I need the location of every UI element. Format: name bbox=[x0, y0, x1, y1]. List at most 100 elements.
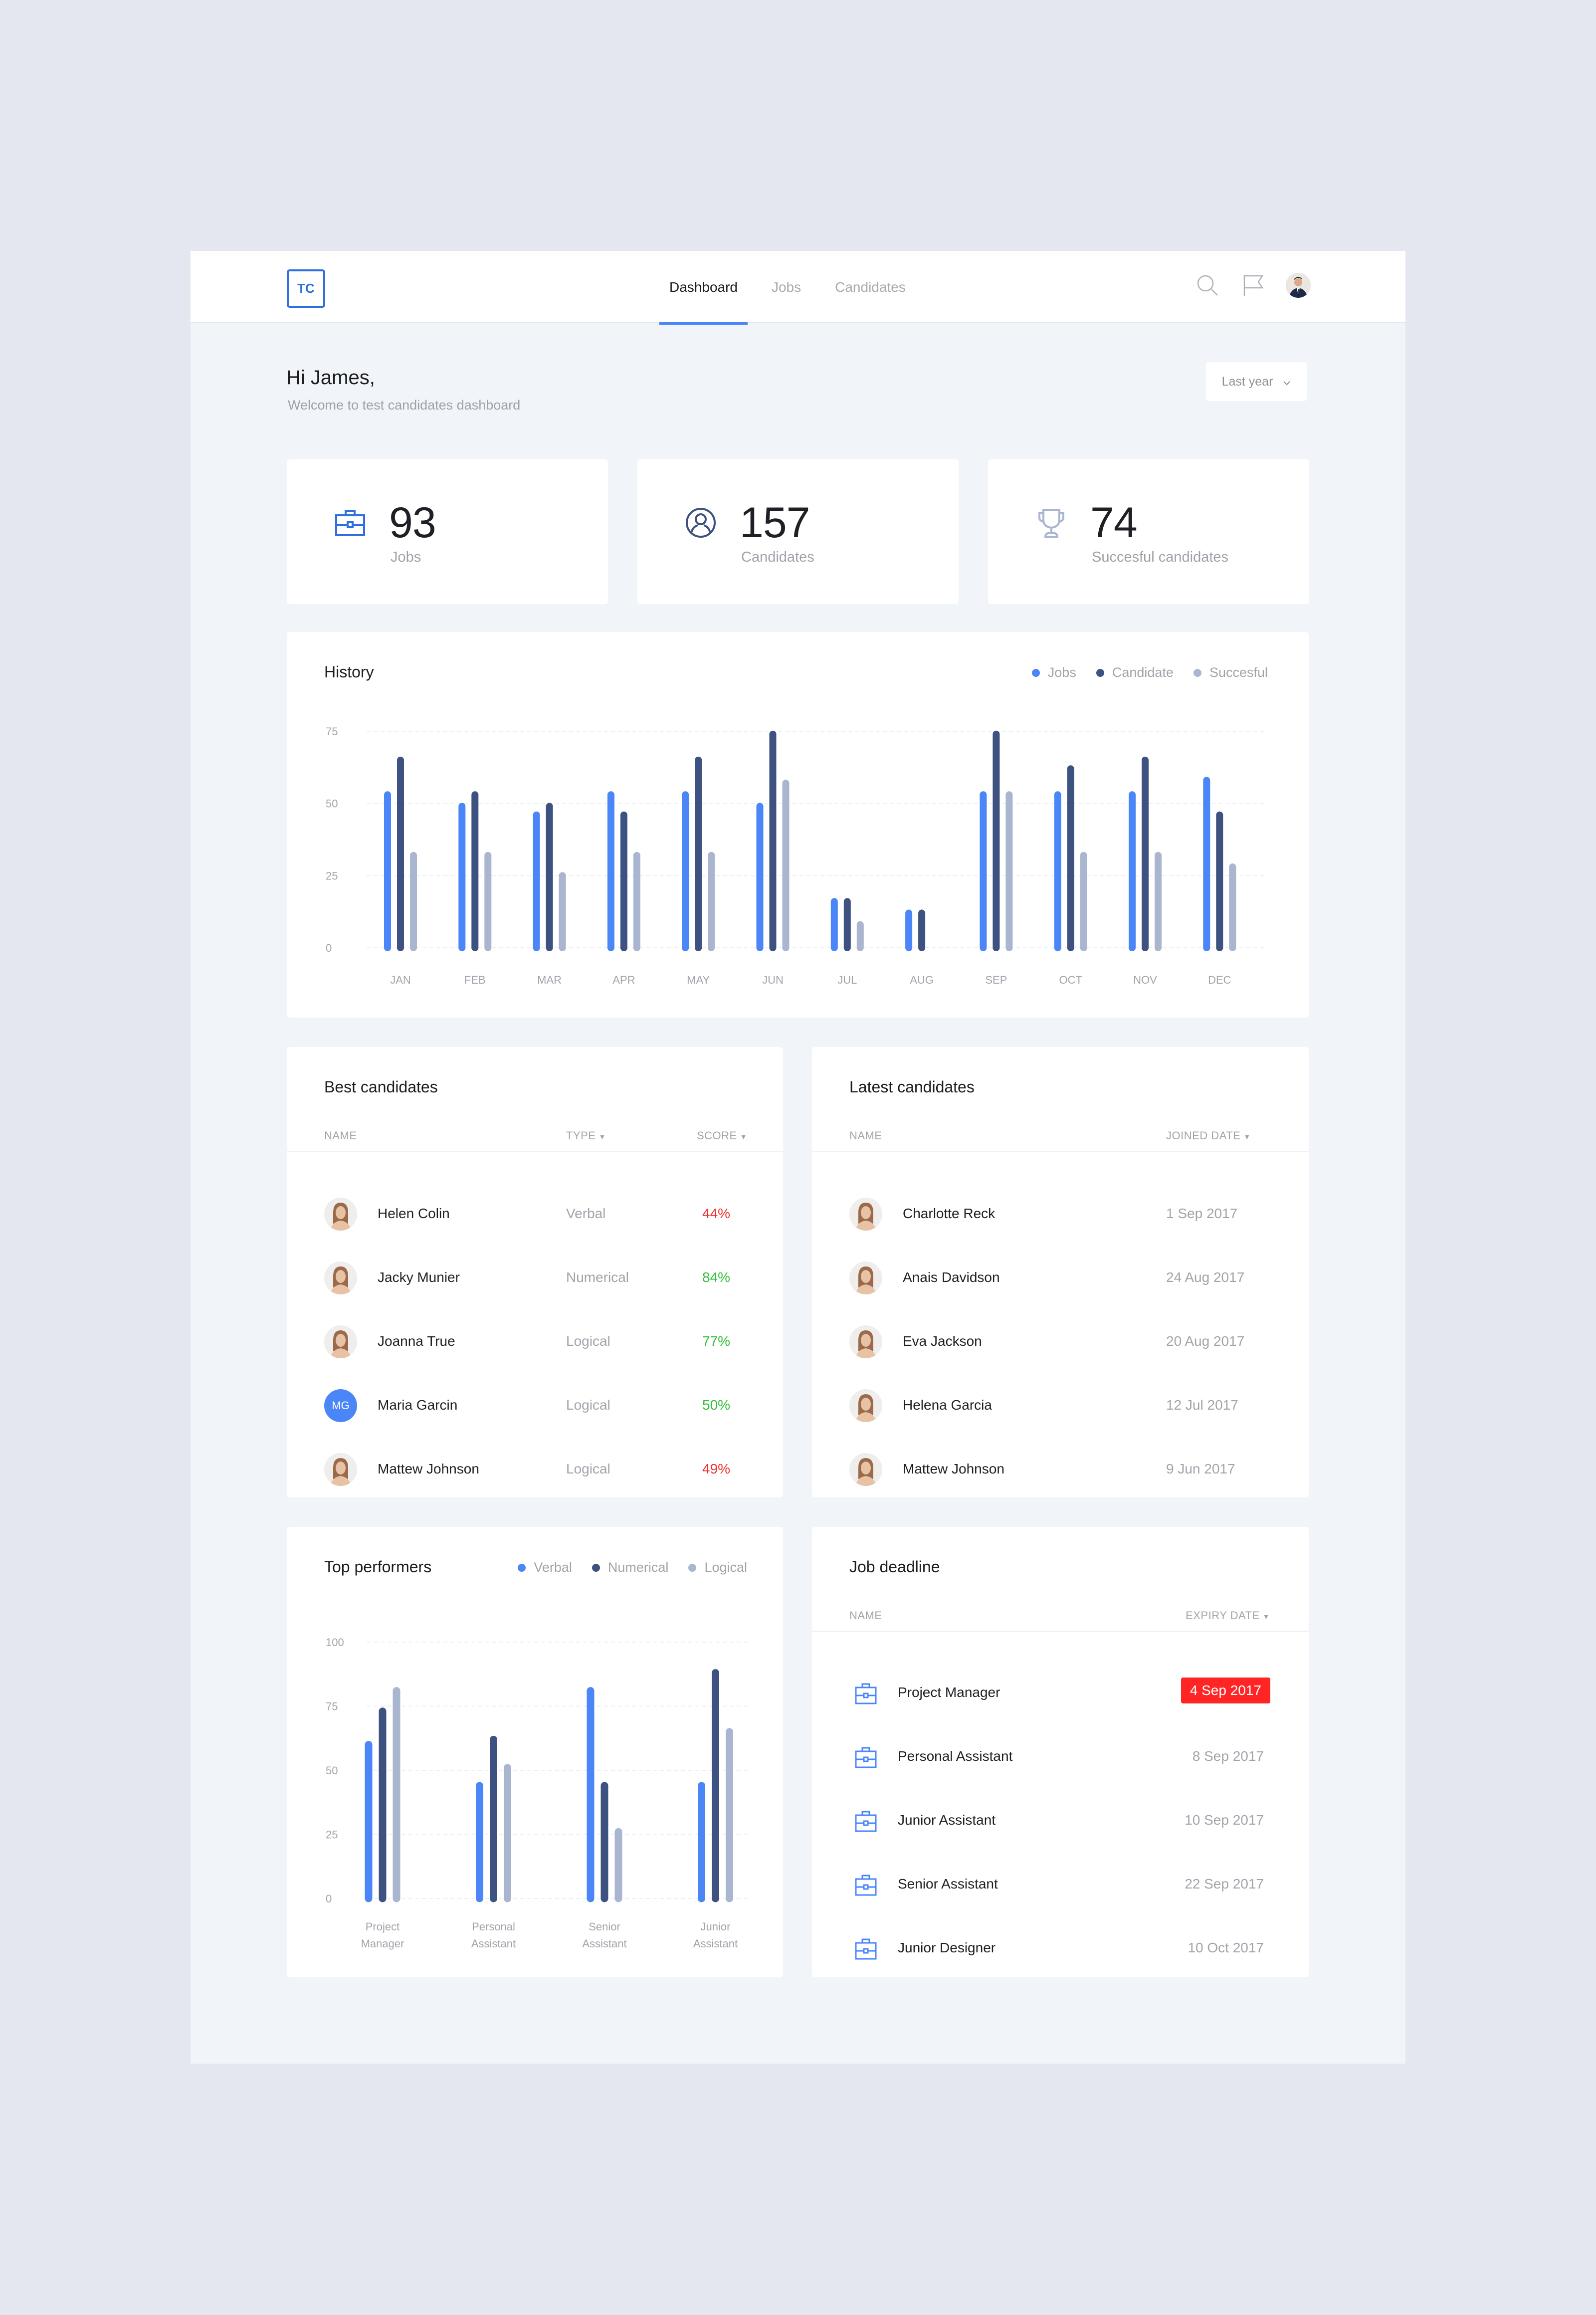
joined-date: 1 Sep 2017 bbox=[1166, 1206, 1238, 1221]
candidate-score: 77% bbox=[702, 1333, 731, 1349]
flag-icon[interactable] bbox=[1240, 272, 1267, 299]
stat-label: Candidates bbox=[741, 549, 814, 565]
tab-candidates[interactable]: Candidates bbox=[825, 251, 916, 323]
candidate-name: Anais Davidson bbox=[903, 1269, 1000, 1285]
candidate-type: Logical bbox=[566, 1397, 610, 1413]
table-row[interactable]: Project Manager 4 Sep 2017 bbox=[812, 1662, 1309, 1725]
briefcase-icon bbox=[334, 507, 366, 539]
joined-date: 12 Jul 2017 bbox=[1166, 1397, 1238, 1413]
table-row[interactable]: Jacky Munier Numerical 84% bbox=[287, 1246, 783, 1309]
table-row[interactable]: Junior Designer 10 Oct 2017 bbox=[812, 1917, 1309, 1981]
table-row[interactable]: Senior Assistant 22 Sep 2017 bbox=[812, 1853, 1309, 1917]
user-avatar[interactable] bbox=[1286, 273, 1311, 298]
x-tick-label: NOV bbox=[1133, 974, 1157, 986]
chevron-down-icon bbox=[1283, 375, 1291, 389]
job-deadline-title: Job deadline bbox=[849, 1558, 940, 1576]
job-name: Project Manager bbox=[898, 1684, 1000, 1700]
column-header-expiry-date[interactable]: EXPIRY DATE ▼ bbox=[1186, 1609, 1270, 1622]
expiry-date: 10 Sep 2017 bbox=[1185, 1812, 1264, 1828]
y-tick-label: 75 bbox=[326, 725, 338, 738]
x-tick-label: DEC bbox=[1208, 974, 1231, 986]
x-tick-label: Senior bbox=[589, 1920, 620, 1933]
stat-value: 74 bbox=[1090, 499, 1138, 547]
table-row[interactable]: Anais Davidson 24 Aug 2017 bbox=[812, 1246, 1309, 1309]
table-row[interactable]: Mattew Johnson 9 Jun 2017 bbox=[812, 1437, 1309, 1501]
stat-value: 93 bbox=[389, 499, 436, 547]
x-tick-label: JAN bbox=[390, 974, 411, 986]
table-row[interactable]: Personal Assistant 8 Sep 2017 bbox=[812, 1725, 1309, 1789]
y-tick-label: 50 bbox=[326, 1764, 338, 1777]
greeting-title: Hi James, bbox=[286, 367, 375, 389]
latest-candidates-card: Latest candidates NAME JOINED DATE ▼ Char… bbox=[812, 1047, 1309, 1497]
job-name: Personal Assistant bbox=[898, 1748, 1013, 1764]
y-tick-label: 100 bbox=[326, 1636, 344, 1649]
table-row[interactable]: Eva Jackson 20 Aug 2017 bbox=[812, 1309, 1309, 1373]
x-tick-label: OCT bbox=[1059, 974, 1082, 986]
candidate-type: Logical bbox=[566, 1333, 610, 1349]
stat-card-successful: 74 Succesful candidates bbox=[988, 459, 1309, 604]
joined-date: 9 Jun 2017 bbox=[1166, 1461, 1235, 1476]
expiry-date: 10 Oct 2017 bbox=[1188, 1940, 1264, 1955]
sort-caret-icon: ▼ bbox=[1243, 1133, 1251, 1141]
column-header-type[interactable]: TYPE ▼ bbox=[566, 1129, 606, 1142]
candidate-name: Joanna True bbox=[378, 1333, 455, 1349]
column-header-joined-date[interactable]: JOINED DATE ▼ bbox=[1166, 1129, 1251, 1142]
divider bbox=[287, 1151, 783, 1152]
period-select[interactable]: Last year bbox=[1206, 362, 1307, 401]
stat-label: Succesful candidates bbox=[1092, 549, 1229, 565]
tab-jobs[interactable]: Jobs bbox=[762, 251, 811, 323]
y-tick-label: 75 bbox=[326, 1700, 338, 1713]
app-frame: TC Dashboard Jobs Candidates Hi James, W… bbox=[191, 251, 1405, 2064]
x-tick-label: Assistant bbox=[471, 1937, 516, 1950]
column-header-score[interactable]: SCORE ▼ bbox=[697, 1129, 747, 1142]
search-icon[interactable] bbox=[1194, 272, 1221, 299]
table-row[interactable]: Mattew Johnson Logical 49% bbox=[287, 1437, 783, 1501]
candidate-type: Verbal bbox=[566, 1206, 606, 1221]
sort-caret-icon: ▼ bbox=[740, 1133, 748, 1141]
column-header-name[interactable]: NAME bbox=[324, 1129, 357, 1142]
avatar bbox=[324, 1453, 357, 1486]
column-header-label: TYPE bbox=[566, 1129, 596, 1142]
tab-dashboard[interactable]: Dashboard bbox=[659, 251, 748, 325]
candidate-score: 49% bbox=[702, 1461, 731, 1476]
table-row[interactable]: Helen Colin Verbal 44% bbox=[287, 1182, 783, 1246]
avatar bbox=[849, 1262, 882, 1294]
y-tick-label: 50 bbox=[326, 798, 338, 810]
candidate-name: Eva Jackson bbox=[903, 1333, 982, 1349]
top-performers-card: Top performers Verbal Numerical Logical … bbox=[287, 1527, 783, 1977]
expiry-date-badge: 4 Sep 2017 bbox=[1181, 1678, 1270, 1703]
candidate-score: 44% bbox=[702, 1206, 731, 1221]
period-select-value: Last year bbox=[1221, 374, 1273, 389]
job-name: Junior Designer bbox=[898, 1940, 996, 1955]
x-tick-label: MAY bbox=[687, 974, 710, 986]
column-header-label: SCORE bbox=[697, 1129, 737, 1142]
column-header-label: EXPIRY DATE bbox=[1186, 1609, 1260, 1622]
job-deadline-card: Job deadline NAME EXPIRY DATE ▼ Project M… bbox=[812, 1527, 1309, 1977]
candidate-type: Logical bbox=[566, 1461, 610, 1476]
stat-card-candidates: 157 Candidates bbox=[637, 459, 959, 604]
greeting-subtitle: Welcome to test candidates dashboard bbox=[288, 398, 521, 413]
main-nav: Dashboard Jobs Candidates bbox=[659, 251, 930, 325]
table-row[interactable]: Charlotte Reck 1 Sep 2017 bbox=[812, 1182, 1309, 1246]
best-candidates-title: Best candidates bbox=[324, 1078, 438, 1096]
table-row[interactable]: Joanna True Logical 77% bbox=[287, 1309, 783, 1373]
table-row[interactable]: MG Maria Garcin Logical 50% bbox=[287, 1373, 783, 1437]
x-tick-label: Personal bbox=[472, 1920, 515, 1933]
candidate-score: 84% bbox=[702, 1269, 731, 1285]
table-row[interactable]: Helena Garcia 12 Jul 2017 bbox=[812, 1373, 1309, 1437]
logo[interactable]: TC bbox=[287, 269, 325, 308]
column-header-name[interactable]: NAME bbox=[849, 1129, 882, 1142]
expiry-date: 8 Sep 2017 bbox=[1192, 1748, 1264, 1764]
x-tick-label: AUG bbox=[910, 974, 934, 986]
x-tick-label: JUL bbox=[837, 974, 857, 986]
candidate-name: Charlotte Reck bbox=[903, 1206, 996, 1221]
table-row[interactable]: Junior Assistant 10 Sep 2017 bbox=[812, 1789, 1309, 1853]
candidate-type: Numerical bbox=[566, 1269, 629, 1285]
divider bbox=[812, 1151, 1309, 1152]
x-tick-label: Junior bbox=[701, 1920, 731, 1933]
avatar bbox=[849, 1453, 882, 1486]
candidate-name: Jacky Munier bbox=[378, 1269, 460, 1285]
trophy-icon bbox=[1035, 507, 1067, 539]
column-header-name[interactable]: NAME bbox=[849, 1609, 882, 1622]
latest-candidates-title: Latest candidates bbox=[849, 1078, 975, 1096]
